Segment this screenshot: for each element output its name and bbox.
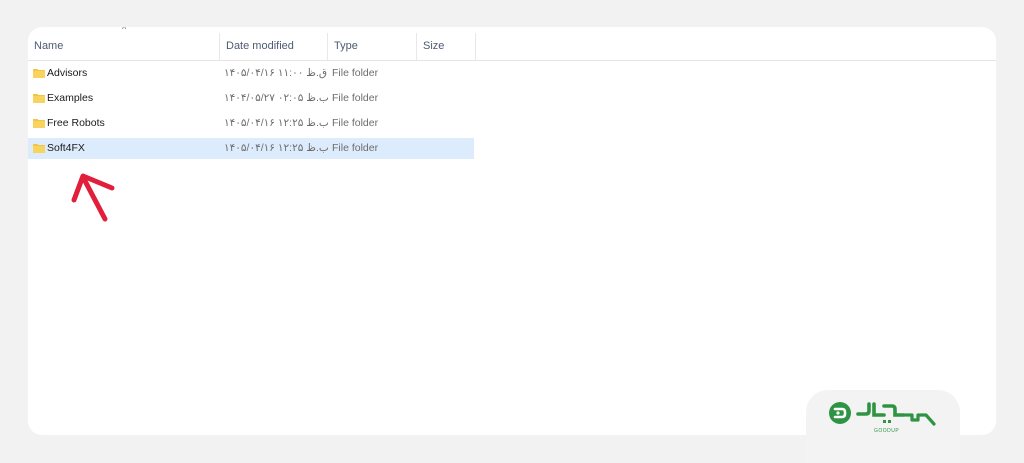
file-row-soft4fx[interactable]: Soft4FX ۱۴۰۵/۰۴/۱۶ ب.ظ ۱۲:۲۵ File folder <box>28 138 474 159</box>
logo-brand-text: GOODUP <box>874 428 900 434</box>
date-modified-value: ۱۴۰۴/۰۵/۲۷ ب.ظ ۰۲:۰۵ <box>224 92 329 104</box>
file-row-examples[interactable]: Examples ۱۴۰۴/۰۵/۲۷ ب.ظ ۰۲:۰۵ File folde… <box>28 88 474 109</box>
column-header-size[interactable]: Size <box>417 33 476 60</box>
folder-icon <box>33 94 45 103</box>
folder-icon <box>33 144 45 153</box>
file-name: Free Robots <box>47 117 105 129</box>
file-type-value: File folder <box>332 92 379 104</box>
goodup-logo-icon <box>829 402 936 426</box>
file-type-value: File folder <box>332 142 379 154</box>
date-modified-value: ۱۴۰۵/۰۴/۱۶ ب.ظ ۱۲:۲۵ <box>224 142 329 154</box>
file-row-advisors[interactable]: Advisors ۱۴۰۵/۰۴/۱۶ ق.ظ ۱۱:۰۰ File folde… <box>28 63 474 84</box>
red-arrow-annotation-icon <box>71 173 115 222</box>
file-type-value: File folder <box>332 117 379 129</box>
column-header-date-modified[interactable]: Date modified <box>220 33 328 60</box>
date-modified-value: ۱۴۰۵/۰۴/۱۶ ب.ظ ۱۲:۲۵ <box>224 117 329 129</box>
file-name: Soft4FX <box>47 142 85 154</box>
column-header-row: ^ Name Date modified Type Size <box>28 27 996 61</box>
column-header-type[interactable]: Type <box>328 33 417 60</box>
file-name: Examples <box>47 92 94 104</box>
file-explorer-window: ^ Name Date modified Type Size Advisors … <box>28 27 996 435</box>
file-type-value: File folder <box>332 67 379 79</box>
column-header-name[interactable]: Name <box>28 33 220 60</box>
date-modified-value: ۱۴۰۵/۰۴/۱۶ ق.ظ ۱۱:۰۰ <box>224 67 328 79</box>
folder-icon <box>33 69 45 78</box>
folder-icon <box>33 119 45 128</box>
file-name: Advisors <box>47 67 88 79</box>
file-row-free-robots[interactable]: Free Robots ۱۴۰۵/۰۴/۱۶ ب.ظ ۱۲:۲۵ File fo… <box>28 113 474 134</box>
